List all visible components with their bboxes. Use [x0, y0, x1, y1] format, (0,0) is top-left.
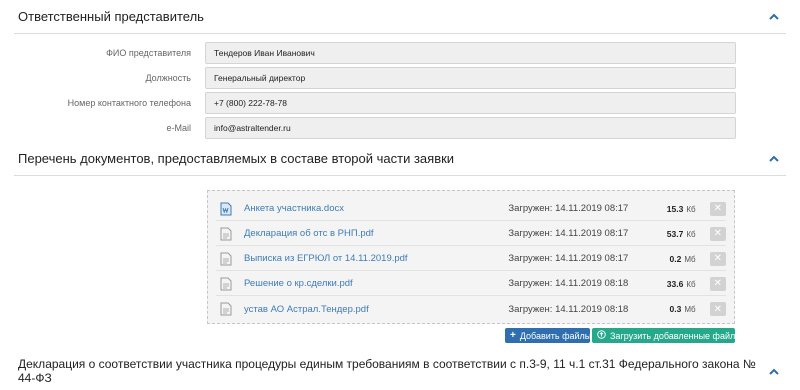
- file-size-value: 53.7: [666, 228, 684, 239]
- upload-circle-icon: [597, 329, 606, 342]
- add-files-button[interactable]: + Добавить файлы: [505, 328, 592, 343]
- document-link[interactable]: Декларация об отс в РНП.pdf: [244, 228, 508, 239]
- file-size-value: 33.6: [666, 278, 684, 289]
- file-icon: [220, 252, 232, 266]
- file-size: 53.7 Кб: [653, 228, 696, 239]
- chevron-up-icon[interactable]: [765, 361, 784, 381]
- documents-list: Анкета участника.docx Загружен: 14.11.20…: [207, 190, 735, 324]
- plus-icon: +: [510, 330, 516, 341]
- email-field[interactable]: info@astraltender.ru: [205, 117, 736, 139]
- representative-name-row: ФИО представителя Тендеров Иван Иванович: [14, 42, 736, 64]
- document-row: Выписка из ЕГРЮЛ от 14.11.2019.pdf Загру…: [216, 247, 726, 271]
- representative-name-field[interactable]: Тендеров Иван Иванович: [205, 42, 736, 64]
- file-icon: [220, 227, 232, 241]
- file-size: 0.2 Мб: [653, 253, 696, 264]
- document-row: Анкета участника.docx Загружен: 14.11.20…: [216, 197, 726, 221]
- representative-name-label: ФИО представителя: [106, 48, 191, 58]
- file-size: 33.6 Кб: [653, 278, 696, 289]
- representative-section-header[interactable]: Ответственный представитель: [14, 0, 786, 34]
- delete-file-button[interactable]: ✕: [709, 201, 726, 216]
- document-link[interactable]: Решение о кр.сделки.pdf: [244, 278, 508, 289]
- email-row: e-Mail info@astraltender.ru: [14, 117, 736, 139]
- delete-file-button[interactable]: ✕: [709, 251, 726, 266]
- document-row: Декларация об отс в РНП.pdf Загружен: 14…: [216, 222, 726, 246]
- position-row: Должность Генеральный директор: [14, 67, 736, 89]
- upload-files-label: Загрузить добавленные файлы: [610, 330, 742, 341]
- phone-label: Номер контактного телефона: [67, 98, 191, 108]
- add-files-label: Добавить файлы: [519, 330, 592, 341]
- file-icon: [220, 277, 232, 291]
- file-size: 0.3 Мб: [653, 304, 696, 314]
- chevron-up-icon[interactable]: [764, 149, 784, 169]
- document-row: Решение о кр.сделки.pdf Загружен: 14.11.…: [216, 272, 726, 296]
- file-size-unit: Мб: [684, 305, 696, 314]
- email-label: e-Mail: [166, 123, 191, 133]
- document-link[interactable]: Выписка из ЕГРЮЛ от 14.11.2019.pdf: [244, 253, 508, 264]
- position-label: Должность: [145, 73, 191, 83]
- upload-date: Загружен: 14.11.2019 08:17: [508, 203, 629, 214]
- delete-file-button[interactable]: ✕: [709, 276, 726, 291]
- position-field[interactable]: Генеральный директор: [205, 67, 736, 89]
- delete-file-button[interactable]: ✕: [709, 302, 726, 316]
- upload-date: Загружен: 14.11.2019 08:18: [508, 278, 629, 289]
- file-size-value: 0.2: [669, 253, 682, 264]
- document-row: устав АО Астрал.Тендер.pdf Загружен: 14.…: [216, 297, 726, 321]
- file-size-value: 0.3: [669, 304, 682, 314]
- phone-row: Номер контактного телефона +7 (800) 222-…: [14, 92, 736, 114]
- document-link[interactable]: устав АО Астрал.Тендер.pdf: [244, 304, 508, 315]
- file-size-unit: Кб: [686, 279, 696, 289]
- phone-field[interactable]: +7 (800) 222-78-78: [205, 92, 736, 114]
- upload-date: Загружен: 14.11.2019 08:17: [508, 228, 629, 239]
- chevron-up-icon[interactable]: [764, 7, 784, 27]
- upload-date: Загружен: 14.11.2019 08:18: [508, 303, 629, 315]
- file-size-value: 15.3: [666, 203, 684, 214]
- documents-section-header[interactable]: Перечень документов, предоставляемых в с…: [14, 142, 786, 176]
- documents-section-title: Перечень документов, предоставляемых в с…: [18, 151, 455, 166]
- upload-date: Загружен: 14.11.2019 08:17: [508, 253, 629, 264]
- delete-file-button[interactable]: ✕: [709, 226, 726, 241]
- file-size-unit: Мб: [684, 254, 696, 264]
- representative-section-title: Ответственный представитель: [18, 9, 204, 24]
- file-size-unit: Кб: [686, 204, 696, 214]
- declaration-section-header[interactable]: Декларация о соответствии участника проц…: [14, 352, 786, 390]
- document-link[interactable]: Анкета участника.docx: [244, 203, 508, 214]
- upload-files-button[interactable]: Загрузить добавленные файлы: [592, 328, 742, 343]
- word-file-icon: [220, 202, 232, 216]
- file-size-unit: Кб: [686, 229, 696, 239]
- declaration-section-title: Декларация о соответствии участника проц…: [18, 357, 756, 385]
- file-icon: [220, 302, 232, 316]
- file-size: 15.3 Кб: [653, 203, 696, 214]
